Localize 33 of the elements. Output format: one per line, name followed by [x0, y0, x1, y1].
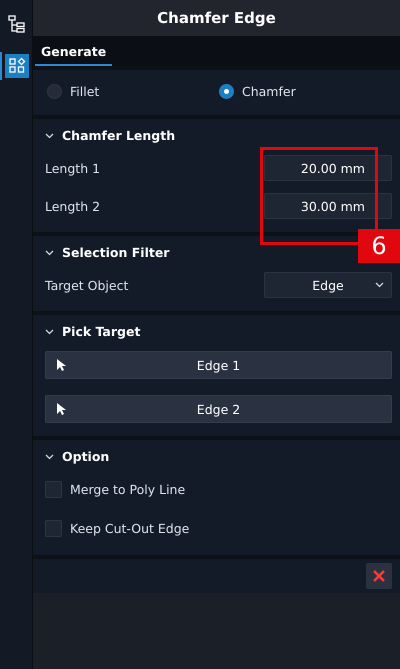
- radio-label: Fillet: [70, 84, 100, 99]
- checkbox[interactable]: [45, 520, 62, 537]
- input-field[interactable]: 30.00 mm: [264, 193, 392, 219]
- chevron-icon[interactable]: [45, 454, 54, 460]
- panel-title: Chamfer Edge: [33, 0, 400, 36]
- radio-button[interactable]: [219, 84, 234, 99]
- cursor-icon: [56, 402, 66, 416]
- chevron-icon[interactable]: [45, 328, 54, 334]
- close-icon: [372, 569, 386, 583]
- radio-button[interactable]: [47, 84, 62, 99]
- checkbox[interactable]: [45, 481, 62, 498]
- field-label: Length 2: [45, 198, 100, 214]
- pick-button[interactable]: Edge 1: [45, 351, 392, 379]
- dropdown[interactable]: Edge: [264, 272, 392, 298]
- section-title: Pick Target: [62, 324, 140, 339]
- field-label: Length 1: [45, 160, 100, 176]
- blocks-icon: [5, 54, 29, 78]
- callout-number: 6: [358, 229, 400, 263]
- field-label: Target Object: [45, 278, 128, 292]
- close-button[interactable]: [366, 563, 392, 589]
- checkbox-label: Merge to Poly Line: [70, 482, 186, 497]
- chevron-icon[interactable]: [45, 250, 54, 256]
- input-field[interactable]: 20.00 mm: [264, 155, 392, 181]
- section-title: Chamfer Length: [62, 128, 176, 143]
- radio-label: Chamfer: [242, 84, 296, 99]
- section-title: Selection Filter: [62, 245, 170, 260]
- pick-button[interactable]: Edge 2: [45, 395, 392, 423]
- section-title: Option: [62, 449, 110, 464]
- chevron-icon[interactable]: [45, 132, 54, 138]
- checkbox-label: Keep Cut-Out Edge: [70, 521, 190, 536]
- chevron-icon[interactable]: [375, 282, 384, 288]
- cursor-icon: [56, 358, 66, 372]
- sidebar-button[interactable]: [0, 52, 32, 80]
